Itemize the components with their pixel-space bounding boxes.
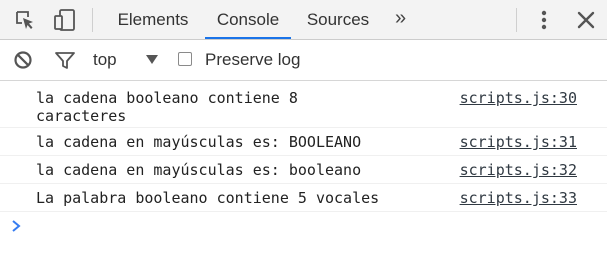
devtools-tabbar: Elements Console Sources » — [0, 0, 607, 40]
tab-elements[interactable]: Elements — [110, 0, 196, 39]
close-icon[interactable] — [574, 0, 598, 40]
console-message: la cadena en mayúsculas es: booleano scr… — [0, 156, 607, 184]
console-message-text: La palabra booleano contiene 5 vocales — [36, 189, 380, 207]
tab-sources[interactable]: Sources — [298, 0, 378, 39]
preserve-log-checkbox[interactable] — [178, 52, 192, 66]
chevron-down-icon[interactable] — [146, 55, 158, 64]
tabbar-separator-right — [516, 8, 517, 32]
console-message: la cadena booleano contiene 8 caracteres… — [0, 81, 607, 128]
console-message-text: la cadena booleano contiene 8 caracteres — [36, 89, 298, 125]
console-message-text: la cadena en mayúsculas es: BOOLEANO — [36, 133, 362, 151]
console-message: la cadena en mayúsculas es: BOOLEANO scr… — [0, 128, 607, 156]
inspect-element-icon[interactable] — [12, 0, 38, 40]
clear-console-icon[interactable] — [11, 40, 35, 80]
console-message: La palabra booleano contiene 5 vocales s… — [0, 184, 607, 212]
tab-console[interactable]: Console — [205, 0, 291, 39]
console-message-source-link[interactable]: scripts.js:32 — [460, 161, 577, 179]
console-prompt-chevron-icon[interactable] — [10, 216, 30, 236]
more-tabs-icon[interactable]: » — [395, 0, 406, 39]
device-toolbar-icon[interactable] — [52, 0, 78, 40]
console-message-source-link[interactable]: scripts.js:33 — [460, 189, 577, 207]
context-selector[interactable]: top — [93, 40, 117, 80]
console-toolbar: top Preserve log — [0, 40, 607, 81]
preserve-log-label[interactable]: Preserve log — [205, 40, 300, 80]
console-message-source-link[interactable]: scripts.js:31 — [460, 133, 577, 151]
console-message-source-link[interactable]: scripts.js:30 — [460, 89, 577, 107]
tabbar-separator — [92, 8, 93, 32]
filter-icon[interactable] — [52, 40, 78, 80]
console-message-text: la cadena en mayúsculas es: booleano — [36, 161, 362, 179]
kebab-menu-icon[interactable] — [532, 0, 556, 40]
